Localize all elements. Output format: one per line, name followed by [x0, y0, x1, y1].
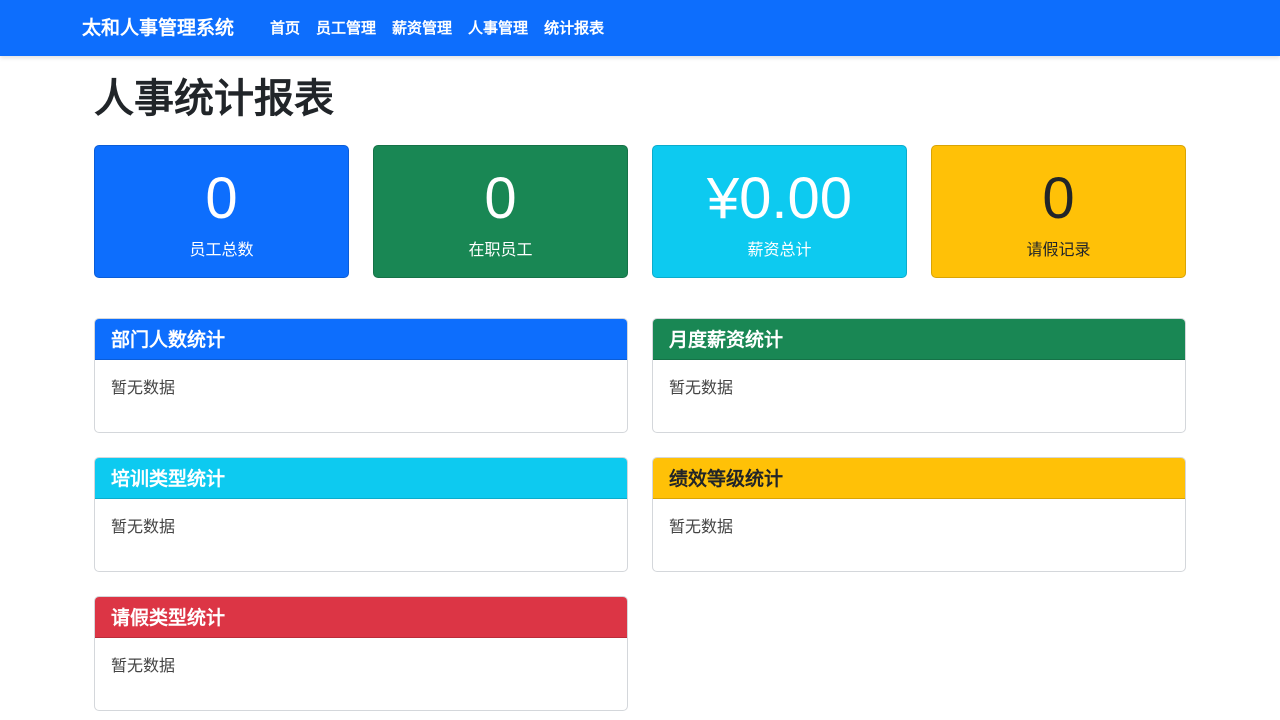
stat-value: 0	[484, 166, 517, 231]
panel-header: 部门人数统计	[95, 319, 627, 360]
panel-header: 培训类型统计	[95, 458, 627, 499]
top-navbar: 太和人事管理系统 首页 员工管理 薪资管理 人事管理 统计报表	[0, 0, 1280, 56]
stat-label: 员工总数	[189, 240, 254, 259]
stat-label: 请假记录	[1026, 240, 1091, 259]
stat-card-leave-records: 0 请假记录	[931, 145, 1186, 278]
nav-link-employee-management[interactable]: 员工管理	[308, 15, 384, 41]
stat-value: 0	[205, 166, 238, 231]
stat-card-active-employees: 0 在职员工	[373, 145, 628, 278]
nav-link-personnel-management[interactable]: 人事管理	[460, 15, 536, 41]
panel-header: 请假类型统计	[95, 597, 627, 638]
stat-label: 在职员工	[468, 240, 533, 259]
panel-performance-level: 绩效等级统计 暂无数据	[652, 457, 1186, 572]
stat-card-total-employees: 0 员工总数	[94, 145, 349, 278]
stat-value: ¥0.00	[706, 166, 853, 231]
panel-body: 暂无数据	[111, 378, 176, 397]
panel-training-type: 培训类型统计 暂无数据	[94, 457, 628, 572]
panel-monthly-salary: 月度薪资统计 暂无数据	[652, 318, 1186, 433]
stat-label: 薪资总计	[747, 240, 812, 259]
panel-body: 暂无数据	[669, 517, 734, 536]
stat-card-total-salary: ¥0.00 薪资总计	[652, 145, 907, 278]
stats-row: 0 员工总数 0 在职员工 ¥0.00 薪资总计 0 请假记录	[94, 145, 1186, 278]
panel-body: 暂无数据	[669, 378, 734, 397]
page-title: 人事统计报表	[94, 76, 334, 122]
navbar-brand[interactable]: 太和人事管理系统	[82, 15, 234, 41]
panel-body: 暂无数据	[111, 517, 176, 536]
nav-link-home[interactable]: 首页	[262, 15, 308, 41]
panel-header: 月度薪资统计	[653, 319, 1185, 360]
panel-leave-type: 请假类型统计 暂无数据	[94, 596, 628, 711]
stat-value: 0	[1042, 166, 1075, 231]
panel-department-headcount: 部门人数统计 暂无数据	[94, 318, 628, 433]
nav-links: 首页 员工管理 薪资管理 人事管理 统计报表	[262, 15, 612, 41]
nav-link-salary-management[interactable]: 薪资管理	[384, 15, 460, 41]
nav-link-statistics-report[interactable]: 统计报表	[536, 15, 612, 41]
panel-header: 绩效等级统计	[653, 458, 1185, 499]
panel-body: 暂无数据	[111, 656, 176, 675]
